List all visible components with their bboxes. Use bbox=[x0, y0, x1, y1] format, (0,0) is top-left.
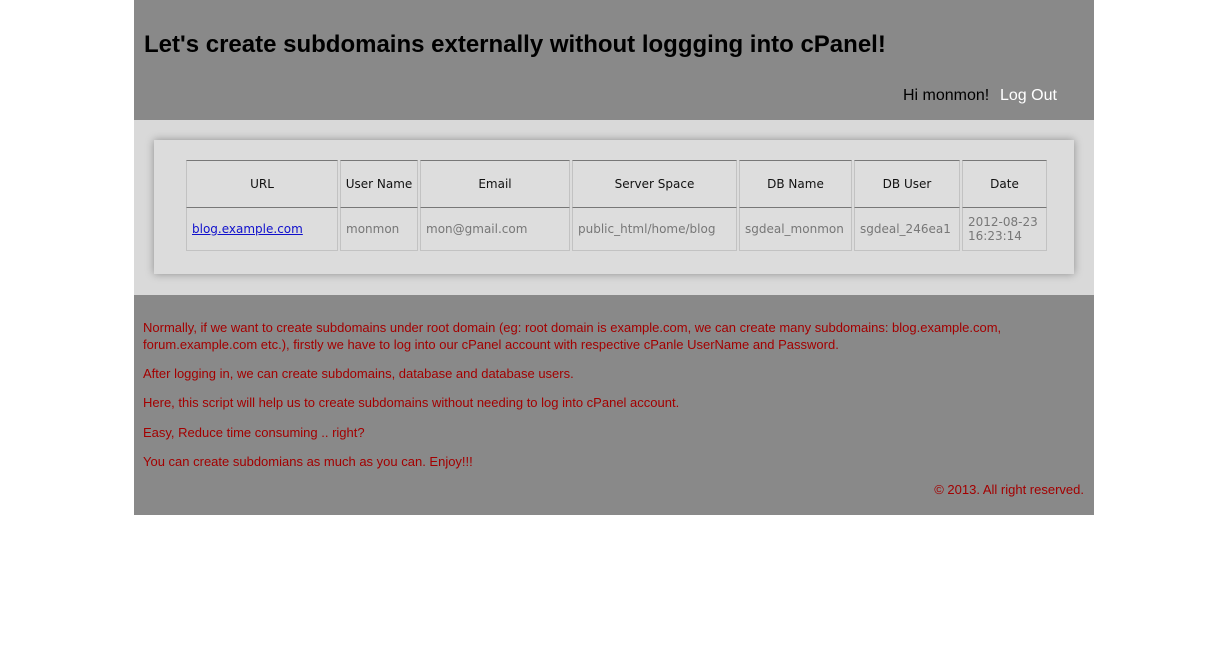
footer-paragraph: After logging in, we can create subdomai… bbox=[143, 366, 574, 381]
cell-db-name: sgdeal_monmon bbox=[739, 208, 852, 251]
table-header-row: URL User Name Email Server Space DB Name… bbox=[186, 160, 1047, 208]
column-header-email: Email bbox=[420, 160, 570, 208]
subdomain-card: URL User Name Email Server Space DB Name… bbox=[154, 140, 1074, 274]
cell-db-user: sgdeal_246ea1 bbox=[854, 208, 960, 251]
subdomain-url-link[interactable]: blog.example.com bbox=[192, 222, 303, 236]
page-wrapper: Let's create subdomains externally witho… bbox=[134, 0, 1094, 515]
footer: Normally, if we want to create subdomain… bbox=[134, 295, 1094, 515]
copyright-text: © 2013. All right reserved. bbox=[934, 482, 1084, 497]
page-title: Let's create subdomains externally witho… bbox=[144, 31, 886, 58]
column-header-server-space: Server Space bbox=[572, 160, 737, 208]
column-header-user-name: User Name bbox=[340, 160, 418, 208]
column-header-date: Date bbox=[962, 160, 1047, 208]
subdomain-table: URL User Name Email Server Space DB Name… bbox=[184, 160, 1049, 251]
footer-paragraph: You can create subdomians as much as you… bbox=[143, 454, 473, 469]
cell-user-name: monmon bbox=[340, 208, 418, 251]
column-header-url: URL bbox=[186, 160, 338, 208]
footer-paragraph: Here, this script will help us to create… bbox=[143, 395, 680, 410]
cell-server-space: public_html/home/blog bbox=[572, 208, 737, 251]
greeting-text: Hi monmon! bbox=[903, 87, 990, 104]
cell-email: mon@gmail.com bbox=[420, 208, 570, 251]
footer-paragraph: Easy, Reduce time consuming .. right? bbox=[143, 425, 365, 440]
main-content: URL User Name Email Server Space DB Name… bbox=[134, 120, 1094, 295]
header: Let's create subdomains externally witho… bbox=[134, 0, 1094, 120]
column-header-db-name: DB Name bbox=[739, 160, 852, 208]
column-header-db-user: DB User bbox=[854, 160, 960, 208]
table-row: blog.example.com monmon mon@gmail.com pu… bbox=[186, 208, 1047, 251]
cell-date: 2012-08-23 16:23:14 bbox=[962, 208, 1047, 251]
cell-url: blog.example.com bbox=[186, 208, 338, 251]
logout-link[interactable]: Log Out bbox=[1000, 87, 1057, 105]
footer-paragraph: Normally, if we want to create subdomain… bbox=[143, 320, 1002, 352]
